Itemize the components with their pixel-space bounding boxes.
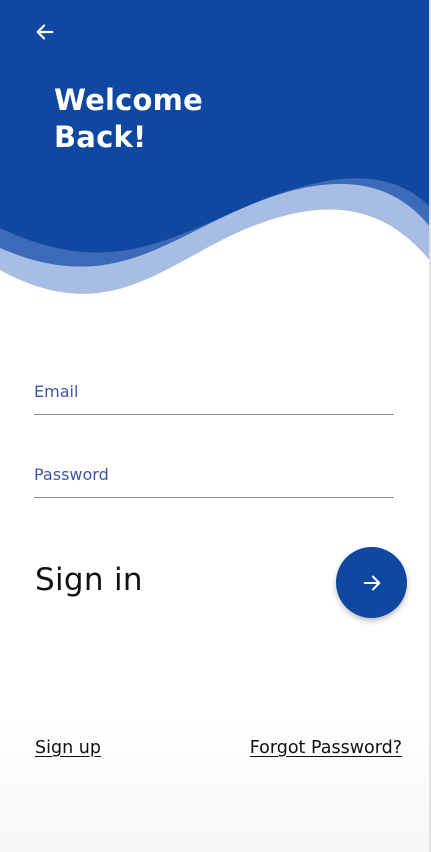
arrow-left-icon <box>36 24 54 40</box>
sign-in-button[interactable] <box>336 547 407 618</box>
page-title: Welcome Back! <box>54 82 274 156</box>
back-button[interactable] <box>28 16 62 48</box>
forgot-password-link[interactable]: Forgot Password? <box>250 738 402 758</box>
password-field-container <box>34 451 394 511</box>
title-line-1: Welcome <box>54 83 203 117</box>
email-field[interactable] <box>34 368 394 428</box>
arrow-right-icon <box>363 575 380 590</box>
sign-in-label: Sign in <box>35 562 143 598</box>
email-field-container <box>34 368 394 428</box>
sign-in-screen: Welcome Back! Sign in Sign up Forgot Pas… <box>0 0 431 852</box>
title-line-2: Back! <box>54 120 147 154</box>
sign-up-link[interactable]: Sign up <box>35 738 101 758</box>
header-wave-background <box>0 0 431 294</box>
password-field[interactable] <box>34 451 394 511</box>
